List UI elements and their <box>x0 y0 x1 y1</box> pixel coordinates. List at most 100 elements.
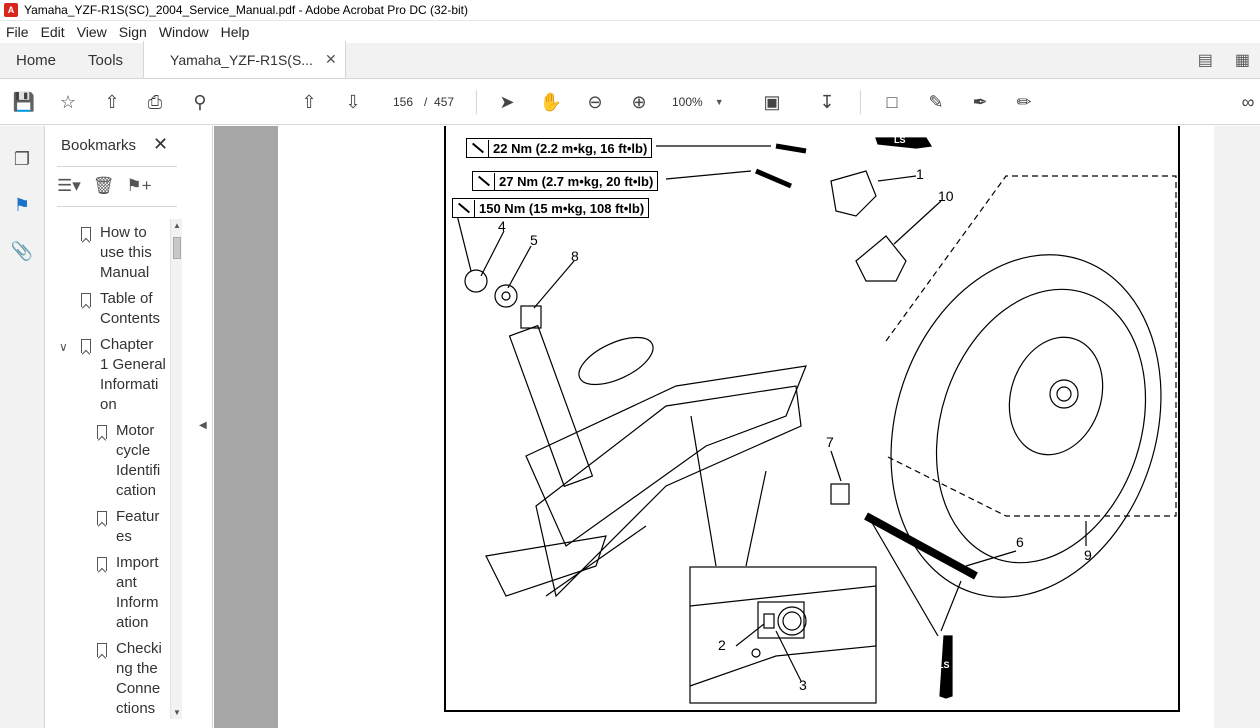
wheel-assembly-outline <box>885 175 1177 517</box>
leader-line <box>965 550 1017 567</box>
bookmark-flag-icon <box>81 293 91 307</box>
page-up-icon[interactable]: ⇧ <box>297 90 321 114</box>
scrollbar-thumb[interactable] <box>173 237 181 259</box>
page-total: / 457 <box>424 90 454 114</box>
save-icon[interactable]: 💾 <box>12 90 36 114</box>
callout-10: 10 <box>938 188 954 204</box>
bookmark-label: Chapter 1 General Informati on <box>100 336 166 413</box>
bookmarks-icon[interactable]: ⚑ <box>11 194 33 216</box>
zoom-in-icon[interactable]: ⊕ <box>627 90 651 114</box>
highlight-icon[interactable]: ✎ <box>924 90 948 114</box>
bookmark-label: How to use this Manual <box>100 224 152 281</box>
document-viewer[interactable]: 22 Nm (2.2 m•kg, 16 ft•lb) 27 Nm (2.7 m•… <box>214 126 1260 728</box>
add-bookmark-icon[interactable]: ⚑+ <box>126 176 151 196</box>
wheel-axle-hole <box>1056 386 1072 402</box>
washer-hole <box>501 291 511 301</box>
divider <box>57 206 177 207</box>
leader-line <box>455 210 472 272</box>
bookmark-label: Checki ng the Conne ctions <box>116 640 162 717</box>
hand-icon[interactable]: ✋ <box>539 90 563 114</box>
grid-icon[interactable]: ▦ <box>1235 50 1250 70</box>
menu-view[interactable]: View <box>71 24 113 40</box>
options-menu-icon[interactable]: ☰▾ <box>57 176 81 196</box>
toolbar-separator <box>860 90 861 114</box>
tab-tools[interactable]: Tools <box>72 42 139 78</box>
bookmark-star-icon[interactable]: ☆ <box>56 90 80 114</box>
bookmark-features[interactable]: Featur es <box>97 507 159 547</box>
callout-5: 5 <box>530 232 538 248</box>
print-icon[interactable]: ⎙ <box>143 90 167 114</box>
page-number-input[interactable]: 156 <box>384 90 422 114</box>
zoom-select[interactable]: 100% ▼ <box>672 90 742 114</box>
callout-7: 7 <box>826 434 834 450</box>
bookmark-motorcycle-identification[interactable]: Motor cycle Identifi cation <box>97 421 160 501</box>
torque-wrench-icon <box>467 139 489 157</box>
edit-icon[interactable]: ✏ <box>1012 90 1036 114</box>
bookmark-flag-icon <box>97 557 107 571</box>
chevron-down-icon[interactable]: ∨ <box>59 337 68 357</box>
torque-value: 22 Nm (2.2 m•kg, 16 ft•lb) <box>493 140 648 156</box>
leader-line <box>745 470 767 567</box>
bookmark-flag-icon <box>81 339 91 353</box>
tab-home-label: Home <box>16 51 57 69</box>
scroll-down-icon[interactable]: ▼ <box>173 708 181 717</box>
bookmarks-close-icon[interactable]: ✕ <box>153 134 168 155</box>
washer <box>494 284 518 308</box>
fit-page-icon[interactable]: ▣ <box>760 90 784 114</box>
bookmark-flag-icon <box>97 511 107 525</box>
menu-window[interactable]: Window <box>153 24 215 40</box>
bookmarks-scrollbar[interactable]: ▲ ▼ <box>170 219 182 719</box>
collapse-panel-icon[interactable]: ◀ <box>199 420 207 431</box>
bookmark-label: Table of Contents <box>100 290 161 327</box>
window-title: Yamaha_YZF-R1S(SC)_2004_Service_Manual.p… <box>24 3 468 17</box>
link-icon[interactable]: ∞ <box>1236 90 1260 114</box>
tabbar-right-icons: ▤ ▦ <box>1198 42 1260 78</box>
tab-close-icon[interactable]: ✕ <box>325 51 337 68</box>
search-zoom-icon[interactable]: ⚲ <box>188 90 212 114</box>
menu-edit[interactable]: Edit <box>35 24 71 40</box>
bookmark-label: Featur es <box>116 508 160 545</box>
menu-file[interactable]: File <box>0 24 35 40</box>
callout-1: 1 <box>916 166 924 182</box>
tab-home[interactable]: Home <box>0 42 72 78</box>
leader-line <box>830 450 842 482</box>
torque-label-27: 27 Nm (2.7 m•kg, 20 ft•lb) <box>472 171 659 191</box>
leader-line <box>507 245 532 289</box>
callout-8: 8 <box>571 248 579 264</box>
zoom-value: 100% <box>672 95 703 109</box>
page-separator: / <box>424 95 428 109</box>
chat-icon[interactable]: ▤ <box>1198 50 1213 70</box>
tab-document-label: Yamaha_YZF-R1S(S... <box>170 51 313 68</box>
wheel-hub <box>1049 379 1079 409</box>
window-title-bar: A Yamaha_YZF-R1S(SC)_2004_Service_Manual… <box>0 0 1260 21</box>
torque-label-22: 22 Nm (2.2 m•kg, 16 ft•lb) <box>466 138 653 158</box>
comment-icon[interactable]: □ <box>880 90 904 114</box>
bookmark-flag-icon <box>97 425 107 439</box>
delete-icon[interactable]: 🗑 <box>93 176 115 196</box>
chain-adjuster-plate <box>520 305 542 329</box>
sprocket <box>1008 336 1104 456</box>
attachment-icon[interactable]: 📎 <box>11 240 33 262</box>
page-thumbnails-icon[interactable]: ❐ <box>11 148 33 170</box>
scroll-mode-icon[interactable]: ↧ <box>815 90 839 114</box>
tab-bar: Home Tools Yamaha_YZF-R1S(S... ✕ ▤ ▦ <box>0 41 1260 79</box>
bookmarks-panel: Bookmarks ✕ ☰▾ 🗑 ⚑+ How to use this Manu… <box>45 126 213 728</box>
zoom-out-icon[interactable]: ⊖ <box>583 90 607 114</box>
scroll-up-icon[interactable]: ▲ <box>173 221 181 230</box>
bookmark-chapter-1[interactable]: ∨ Chapter 1 General Informati on <box>59 335 166 415</box>
callout-4: 4 <box>498 218 506 234</box>
leader-line <box>480 230 505 277</box>
bookmark-checking-connections[interactable]: Checki ng the Conne ctions <box>97 639 162 719</box>
page-down-icon[interactable]: ⇩ <box>341 90 365 114</box>
bookmark-important-information[interactable]: Import ant Inform ation <box>97 553 159 633</box>
bookmark-table-of-contents[interactable]: Table of Contents <box>81 289 160 329</box>
chevron-down-icon: ▼ <box>714 97 724 107</box>
torque-wrench-icon <box>473 172 495 190</box>
upload-icon[interactable]: ⇧ <box>100 90 124 114</box>
menu-sign[interactable]: Sign <box>113 24 153 40</box>
select-arrow-icon[interactable]: ➤ <box>495 90 519 114</box>
tab-document[interactable]: Yamaha_YZF-R1S(S... ✕ <box>143 41 346 78</box>
sign-icon[interactable]: ✒ <box>968 90 992 114</box>
bookmark-how-to-use[interactable]: How to use this Manual <box>81 223 152 283</box>
menu-help[interactable]: Help <box>215 24 256 40</box>
